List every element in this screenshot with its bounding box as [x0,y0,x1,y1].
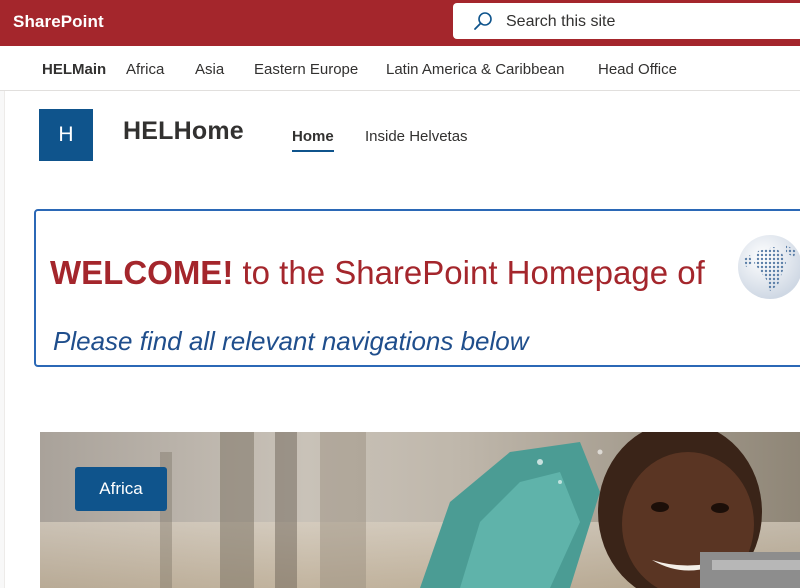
hub-home-link[interactable]: HELMain [42,61,106,78]
search-icon[interactable] [473,11,493,31]
search-box[interactable]: Search this site [453,3,800,39]
site-logo[interactable]: H [39,109,93,161]
site-title[interactable]: HELHome [123,117,244,146]
search-input[interactable]: Search this site [506,13,615,31]
site-nav-home[interactable]: Home [292,128,334,145]
hub-item-africa[interactable]: Africa [126,61,164,78]
welcome-heading: WELCOME! to the SharePoint Homepage of [50,254,705,292]
welcome-subtitle: Please find all relevant navigations bel… [53,326,529,356]
left-rail [0,91,5,588]
welcome-banner: WELCOME! to the SharePoint Homepage of P… [34,209,800,367]
welcome-strong-text: WELCOME! [50,254,234,291]
africa-button[interactable]: Africa [75,467,167,511]
hub-navigation: HELMain Africa Asia Eastern Europe Latin… [0,46,800,91]
welcome-rest-text: to the SharePoint Homepage of [233,254,705,291]
suite-bar: SharePoint Search this site [0,0,800,46]
hub-item-asia[interactable]: Asia [195,61,224,78]
active-tab-indicator [292,150,334,152]
hub-item-eastern-europe[interactable]: Eastern Europe [254,61,358,78]
site-nav-inside-helvetas[interactable]: Inside Helvetas [365,128,468,145]
hub-item-latin-america[interactable]: Latin America & Caribbean [386,61,564,78]
globe-icon [738,235,800,299]
hub-item-head-office[interactable]: Head Office [598,61,677,78]
app-name-link[interactable]: SharePoint [13,12,104,32]
